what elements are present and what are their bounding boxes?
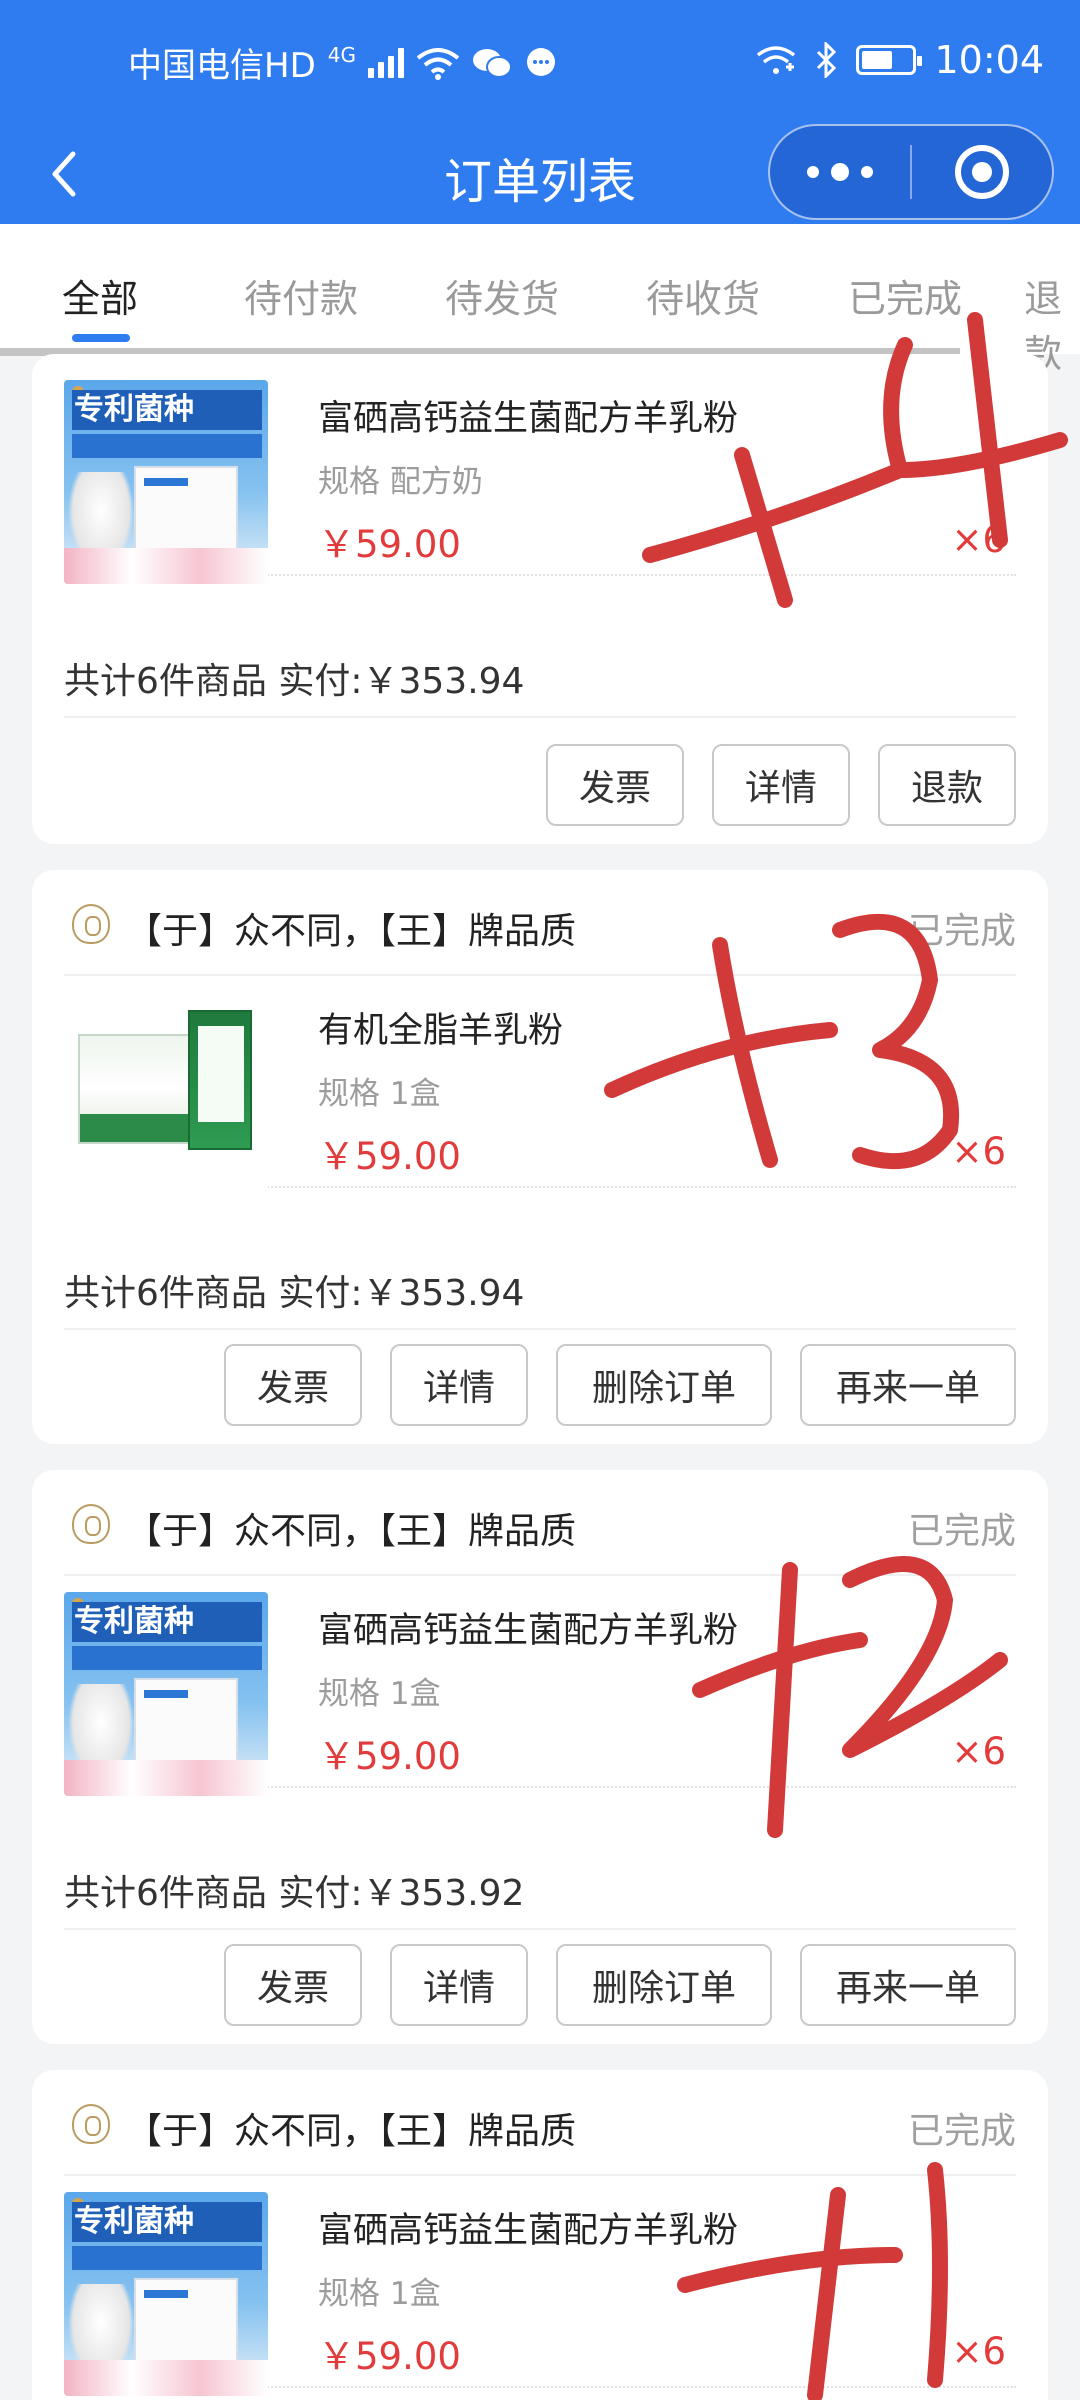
store-name: 【于】众不同，【王】牌品质 — [126, 1511, 577, 1552]
order-product[interactable]: 专利菌种 富硒高钙益生菌配方羊乳粉 规格 配方奶 ￥59.00 ×6 — [64, 364, 1016, 584]
battery-icon — [856, 45, 923, 75]
tab-pending-payment[interactable]: 待付款 — [244, 268, 358, 323]
invoice-button[interactable]: 发票 — [224, 1944, 362, 2026]
order-card: 专利菌种 富硒高钙益生菌配方羊乳粉 规格 配方奶 ￥59.00 ×6 共计6件商… — [32, 354, 1048, 844]
order-status: 已完成 — [907, 911, 1016, 952]
product-image: 专利菌种 — [64, 380, 268, 584]
product-spec: 规格 1盒 — [318, 1676, 441, 1712]
product-quantity: ×6 — [951, 2330, 1006, 2373]
order-card: 【于】众不同，【王】牌品质 已完成 专利菌种 富硒高钙益生菌配方羊乳粉 规格 1… — [32, 1470, 1048, 2044]
product-quantity: ×6 — [951, 1730, 1006, 1773]
order-card: 【于】众不同，【王】牌品质 已完成 专利菌种 富硒高钙益生菌配方羊乳粉 规格 1… — [32, 2070, 1048, 2400]
store-logo-icon — [72, 904, 110, 944]
clock: 10:04 — [934, 38, 1044, 82]
product-name: 有机全脂羊乳粉 — [318, 1011, 564, 1051]
tab-completed[interactable]: 已完成 — [848, 268, 962, 323]
store-name: 【于】众不同，【王】牌品质 — [126, 911, 577, 952]
order-product[interactable]: 专利菌种 富硒高钙益生菌配方羊乳粉 规格 1盒 ￥59.00 ×6 — [64, 2176, 1016, 2396]
product-spec: 规格 配方奶 — [318, 464, 483, 500]
refund-button[interactable]: 退款 — [878, 744, 1016, 826]
order-product[interactable]: 有机全脂羊乳粉 规格 1盒 ￥59.00 ×6 — [64, 976, 1016, 1196]
message-icon — [526, 47, 555, 76]
mini-program-capsule — [768, 124, 1054, 220]
delete-order-button[interactable]: 删除订单 — [556, 1344, 772, 1426]
more-button[interactable] — [770, 124, 910, 220]
network-type: 4G — [327, 42, 356, 67]
order-card: 【于】众不同，【王】牌品质 已完成 有机全脂羊乳粉 规格 1盒 ￥59.00 ×… — [32, 870, 1048, 1444]
order-status: 已完成 — [907, 2111, 1016, 2152]
status-bar: 中国电信HD 4G 10:04 — [0, 0, 1080, 124]
nav-bar: 订单列表 — [0, 124, 1080, 224]
product-name: 富硒高钙益生菌配方羊乳粉 — [318, 399, 739, 439]
store-name: 【于】众不同，【王】牌品质 — [126, 2111, 577, 2152]
product-name: 富硒高钙益生菌配方羊乳粉 — [318, 1611, 739, 1651]
store-header[interactable]: 【于】众不同，【王】牌品质 已完成 — [64, 2070, 1016, 2176]
app-header: 中国电信HD 4G 10:04 订单列表 — [0, 0, 1080, 224]
details-button[interactable]: 详情 — [390, 1344, 528, 1426]
active-tab-indicator — [72, 334, 130, 342]
store-logo-icon — [72, 1504, 110, 1544]
product-image: 专利菌种 — [64, 1592, 268, 1796]
store-logo-icon — [72, 2104, 110, 2144]
signal-icon — [367, 47, 404, 78]
order-product[interactable]: 专利菌种 富硒高钙益生菌配方羊乳粉 规格 1盒 ￥59.00 ×6 — [64, 1576, 1016, 1796]
target-icon — [954, 145, 1009, 199]
reorder-button[interactable]: 再来一单 — [800, 1344, 1016, 1426]
product-price: ￥59.00 — [318, 1135, 461, 1178]
wifi-icon — [416, 47, 460, 80]
product-name: 富硒高钙益生菌配方羊乳粉 — [318, 2211, 739, 2251]
bluetooth-icon — [817, 42, 837, 78]
close-miniprogram-button[interactable] — [912, 124, 1052, 220]
carrier-name: 中国电信HD — [128, 46, 316, 86]
product-image — [64, 992, 268, 1196]
product-spec: 规格 1盒 — [318, 2276, 441, 2312]
tab-pending-receipt[interactable]: 待收货 — [646, 268, 760, 323]
order-status: 已完成 — [907, 1511, 1016, 1552]
product-price: ￥59.00 — [318, 2335, 461, 2378]
invoice-button[interactable]: 发票 — [224, 1344, 362, 1426]
reorder-button[interactable]: 再来一单 — [800, 1944, 1016, 2026]
store-header[interactable]: 【于】众不同，【王】牌品质 已完成 — [64, 1470, 1016, 1576]
product-quantity: ×6 — [951, 518, 1006, 561]
details-button[interactable]: 详情 — [712, 744, 850, 826]
order-total: 共计6件商品 实付:￥353.92 — [64, 1846, 1016, 1930]
store-header[interactable]: 【于】众不同，【王】牌品质 已完成 — [64, 870, 1016, 976]
order-total: 共计6件商品 实付:￥353.94 — [64, 634, 1016, 718]
tab-all[interactable]: 全部 — [62, 268, 138, 323]
product-quantity: ×6 — [951, 1130, 1006, 1173]
product-price: ￥59.00 — [318, 1735, 461, 1778]
invoice-button[interactable]: 发票 — [546, 744, 684, 826]
details-button[interactable]: 详情 — [390, 1944, 528, 2026]
product-price: ￥59.00 — [318, 523, 461, 566]
order-total: 共计6件商品 实付:￥353.94 — [64, 1246, 1016, 1330]
product-spec: 规格 1盒 — [318, 1076, 441, 1112]
delete-order-button[interactable]: 删除订单 — [556, 1944, 772, 2026]
wifi-plus-icon — [757, 46, 796, 74]
product-image: 专利菌种 — [64, 2192, 268, 2396]
wechat-icon — [472, 48, 512, 78]
order-tabs: 全部 待付款 待发货 待收货 已完成 退款 — [0, 224, 1080, 376]
tab-pending-shipment[interactable]: 待发货 — [445, 268, 559, 323]
